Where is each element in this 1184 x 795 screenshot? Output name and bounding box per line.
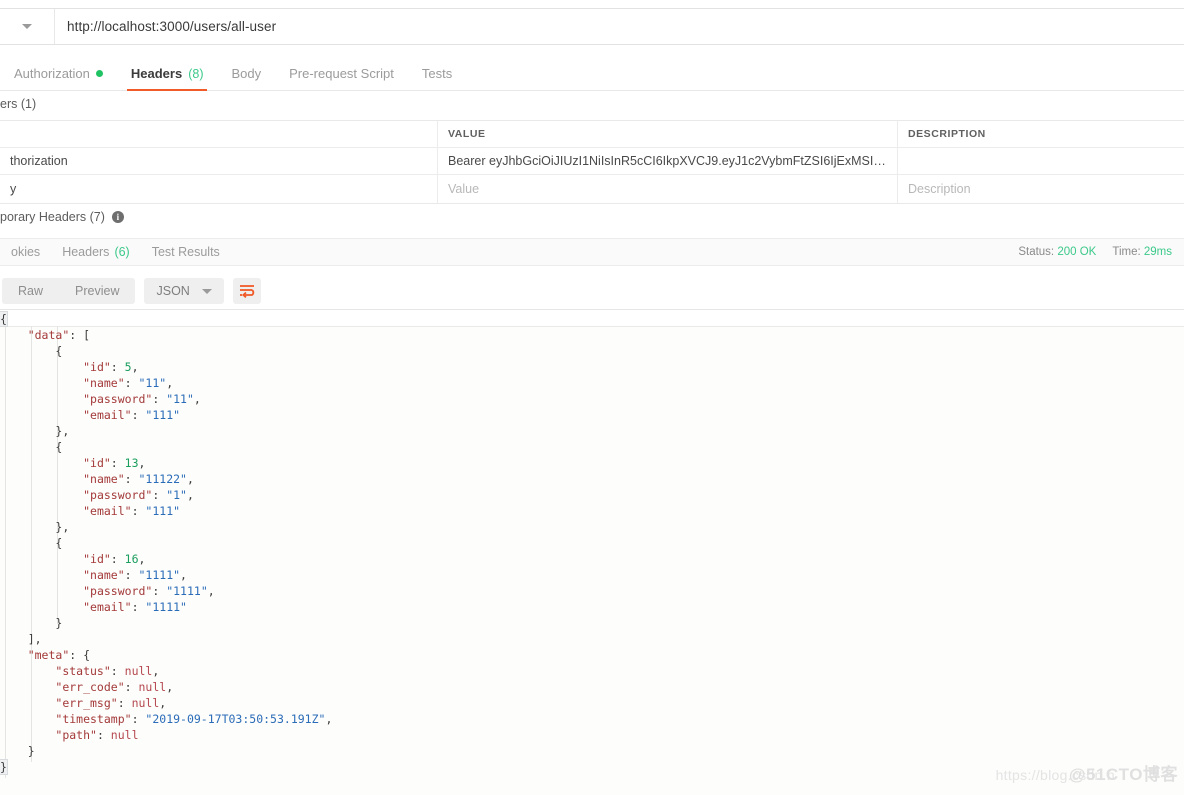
json-code: { "data": [ { "id": 5, "name": "11", "pa… <box>0 311 333 775</box>
response-tab-cookies-label: okies <box>11 245 41 259</box>
url-bar: http://localhost:3000/users/all-user <box>0 8 1184 45</box>
header-key-authorization[interactable]: thorization <box>0 148 438 174</box>
raw-button[interactable]: Raw <box>2 278 59 304</box>
response-tab-headers[interactable]: Headers (6) <box>51 245 141 259</box>
temporary-headers-toggle[interactable]: porary Headers (7) i <box>0 210 124 224</box>
response-tab-headers-label: Headers <box>62 245 110 259</box>
status-label: Status: <box>1018 246 1055 258</box>
tab-authorization[interactable]: Authorization <box>0 66 117 90</box>
bearer-token-text: Bearer eyJhbGciOiJIUzI1NiIsInR5cCI6IkpXV… <box>448 154 887 168</box>
word-wrap-icon <box>239 285 255 298</box>
response-tab-test-results[interactable]: Test Results <box>141 245 231 259</box>
response-tab-cookies[interactable]: okies <box>0 245 51 259</box>
time-label: Time: <box>1112 246 1141 258</box>
header-value-empty[interactable]: Value <box>438 175 898 203</box>
tab-body[interactable]: Body <box>217 66 275 90</box>
tab-headers-count: (8) <box>188 66 204 81</box>
tab-tests[interactable]: Tests <box>408 66 466 90</box>
column-header-key <box>0 121 438 147</box>
header-value-authorization[interactable]: Bearer eyJhbGciOiJIUzI1NiIsInR5cCI6IkpXV… <box>438 148 898 174</box>
column-header-value: VALUE <box>438 121 898 147</box>
info-icon[interactable]: i <box>111 211 124 223</box>
word-wrap-button[interactable] <box>232 278 261 304</box>
headers-table-header-row: VALUE DESCRIPTION <box>0 121 1184 148</box>
tab-authorization-label: Authorization <box>14 66 90 81</box>
table-row[interactable]: thorization Bearer eyJhbGciOiJIUzI1NiIsI… <box>0 148 1184 175</box>
time-group: Time: 29ms <box>1112 246 1172 258</box>
header-description-empty[interactable]: Description <box>898 175 1184 203</box>
tab-body-label: Body <box>231 66 262 81</box>
column-header-description: DESCRIPTION <box>908 128 986 140</box>
tab-pre-request-script[interactable]: Pre-request Script <box>275 66 408 90</box>
status-badge: 200 OK <box>1057 246 1097 258</box>
response-body-toolbar: Raw Preview JSON <box>0 277 1184 305</box>
green-dot-icon <box>95 70 103 77</box>
table-row[interactable]: y Value Description <box>0 175 1184 203</box>
response-tab-test-results-label: Test Results <box>151 245 220 259</box>
response-tab-bar: okies Headers (6) Test Results Status: 2… <box>0 238 1184 266</box>
tab-pre-request-script-label: Pre-request Script <box>289 66 394 81</box>
status-group: Status: 200 OK <box>1018 246 1096 258</box>
body-view-mode-group: Raw Preview <box>2 278 136 304</box>
response-body-json-viewer[interactable]: { "data": [ { "id": 5, "name": "11", "pa… <box>0 309 1184 795</box>
response-status-summary: Status: 200 OK Time: 29ms <box>1018 246 1184 258</box>
url-input[interactable]: http://localhost:3000/users/all-user <box>55 9 1184 44</box>
request-tab-bar: Authorization Headers (8) Body Pre-reque… <box>0 57 1184 91</box>
chevron-down-icon <box>22 24 32 29</box>
headers-section-label: ers (1) <box>0 97 37 111</box>
preview-button[interactable]: Preview <box>59 278 135 304</box>
chevron-down-icon <box>201 288 212 294</box>
format-select-value: JSON <box>156 284 190 298</box>
tab-tests-label: Tests <box>421 66 453 81</box>
header-description-authorization[interactable] <box>898 148 1184 174</box>
method-selector[interactable] <box>0 9 55 44</box>
headers-table: VALUE DESCRIPTION thorization Bearer eyJ… <box>0 120 1184 204</box>
format-select[interactable]: JSON <box>144 278 224 304</box>
tab-headers[interactable]: Headers (8) <box>117 66 218 91</box>
tab-headers-label: Headers <box>130 66 183 81</box>
header-key-empty[interactable]: y <box>0 175 438 203</box>
temporary-headers-label: porary Headers (7) <box>0 210 105 224</box>
time-value: 29ms <box>1143 246 1172 258</box>
response-tab-headers-count: (6) <box>114 245 130 259</box>
